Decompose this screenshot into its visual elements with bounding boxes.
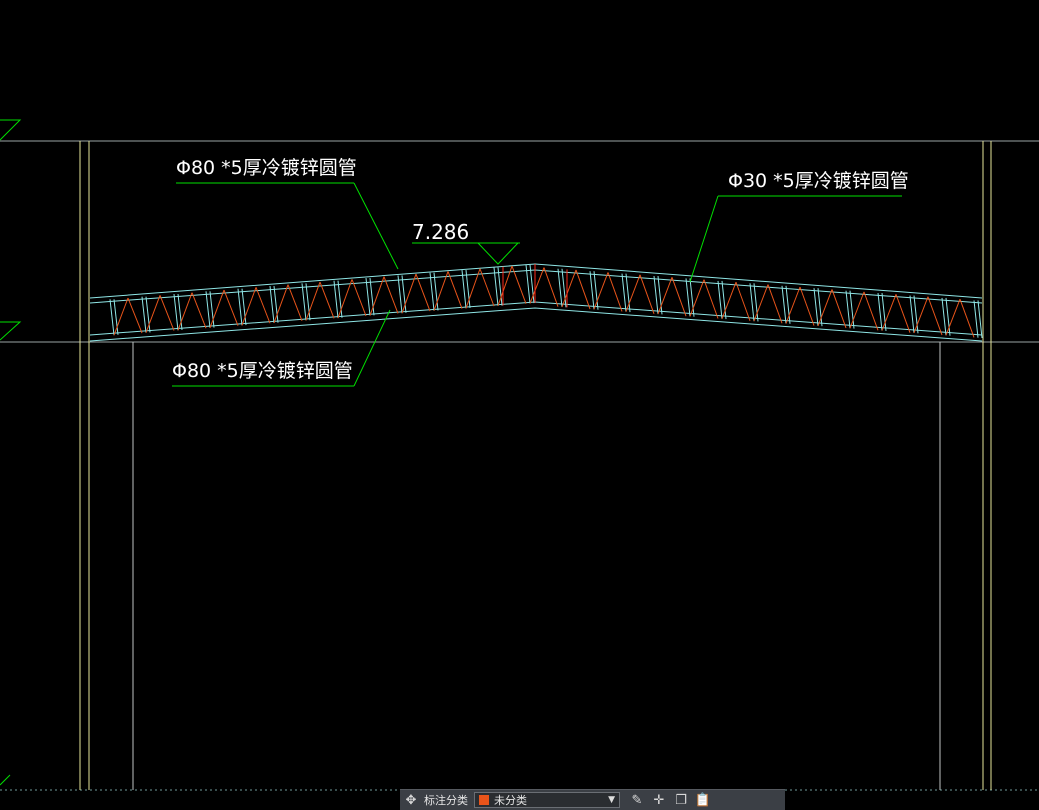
paste-icon[interactable]: 📋 (692, 790, 714, 810)
category-select[interactable]: 未分类 ▼ (474, 792, 620, 808)
callout-top-chord-left-text: Φ80 *5厚冷镀锌圆管 (176, 157, 357, 179)
callout-bottom-chord-left-text: Φ80 *5厚冷镀锌圆管 (172, 360, 353, 382)
elevation-label: 7.286 (412, 220, 469, 244)
category-label: 标注分类 (424, 794, 468, 807)
callout-web-member-text: Φ30 *5厚冷镀锌圆管 (728, 170, 909, 192)
category-color-swatch (479, 795, 489, 805)
edit-icon[interactable]: ✎ (626, 790, 648, 810)
category-select-value: 未分类 (494, 794, 527, 807)
chevron-down-icon[interactable]: ▼ (608, 795, 615, 805)
cad-canvas[interactable]: 7.286 Φ80 *5厚冷镀锌圆管 Φ30 *5厚冷镀锌圆管 Φ80 *5厚冷… (0, 0, 1039, 809)
move-icon[interactable]: ✛ (648, 790, 670, 810)
canvas-background (0, 0, 1039, 809)
copy-icon[interactable]: ❐ (670, 790, 692, 810)
annotation-toolbar: ✥ 标注分类 未分类 ▼ ✎ ✛ ❐ 📋 (400, 789, 785, 810)
layers-icon[interactable]: ✥ (400, 790, 422, 810)
